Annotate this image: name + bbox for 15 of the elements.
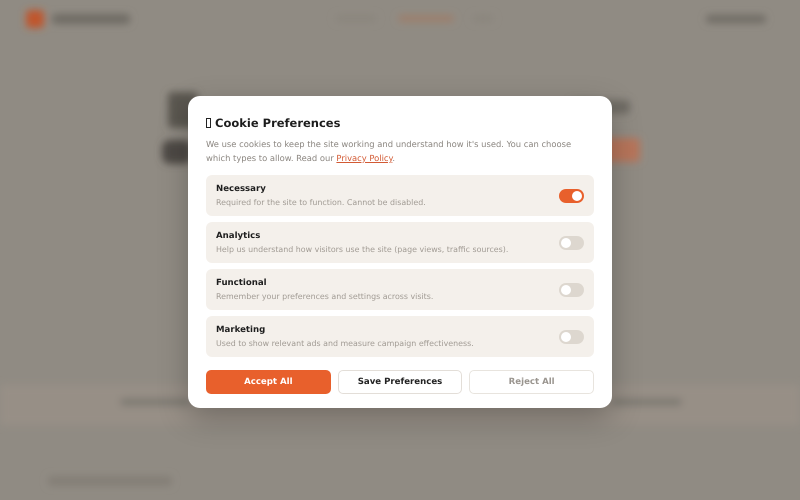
dialog-description: We use cookies to keep the site working and understand how it's used. You can choose which types to allow. Read our Privacy Policy. <box>206 138 572 165</box>
toggle-switch[interactable] <box>559 330 584 344</box>
category-name: Analytics <box>216 231 262 241</box>
toggle-switch[interactable] <box>559 282 584 296</box>
reject-all-button[interactable]: Reject All <box>469 370 594 394</box>
missing-glyph-icon <box>206 118 211 128</box>
accept-all-button[interactable]: Accept All <box>206 370 331 394</box>
category-name: Functional <box>216 278 268 288</box>
save-preferences-button[interactable]: Save Preferences <box>338 370 462 394</box>
toggle-switch[interactable] <box>559 236 584 250</box>
dialog-title: Cookie Preferences <box>215 116 340 130</box>
category-name: Marketing <box>216 325 266 335</box>
category-name: Necessary <box>216 184 267 194</box>
toggle-switch[interactable] <box>559 188 584 202</box>
privacy-policy-link[interactable]: Privacy Policy <box>336 153 392 163</box>
